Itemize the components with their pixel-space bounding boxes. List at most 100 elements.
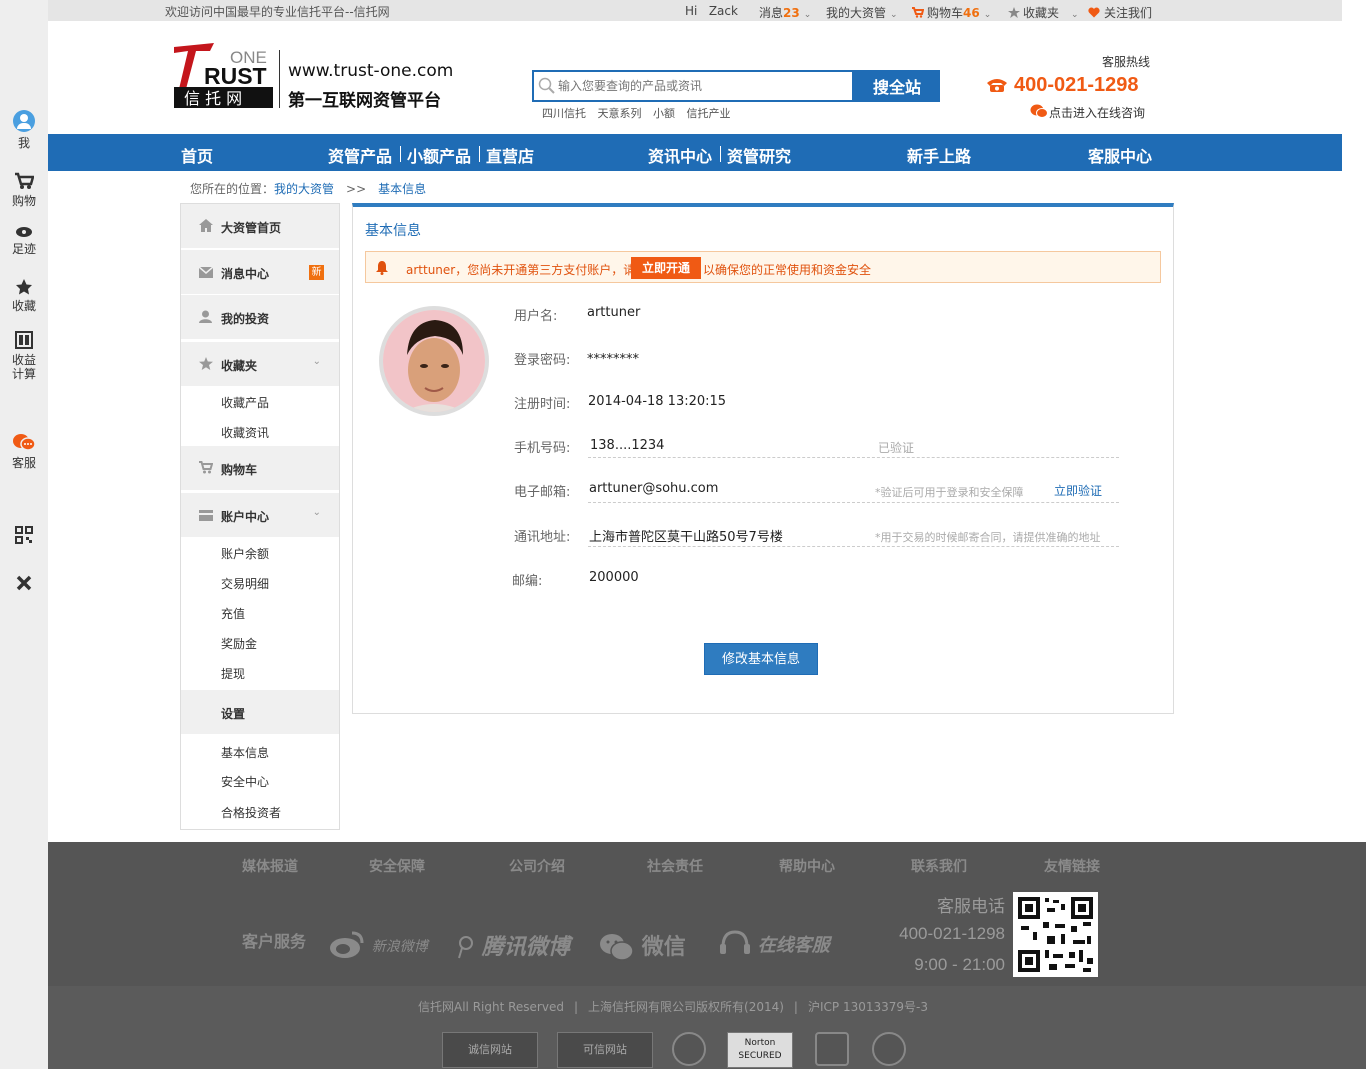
left-floating-toolbar: 我 购物 足迹 收藏 收益计算 客服 bbox=[0, 0, 48, 1069]
breadcrumb-prefix: 您所在的位置： bbox=[190, 182, 275, 196]
sidebar-subitem-recharge[interactable]: 充值 bbox=[181, 597, 339, 627]
left-bar-qrcode[interactable] bbox=[0, 526, 48, 548]
my-asset-link[interactable]: 我的大资管 ⌄ bbox=[826, 4, 898, 21]
email-value: arttuner@sohu.com bbox=[589, 481, 719, 496]
address-hint: *用于交易的时候邮寄合同，请提供准确的地址 bbox=[875, 531, 1101, 544]
online-service-label: 在线客服 bbox=[757, 935, 830, 956]
address-label: 通讯地址: bbox=[514, 530, 571, 545]
footer-link-about[interactable]: 公司介绍 bbox=[509, 856, 565, 876]
hot-word[interactable]: 四川信托 bbox=[542, 107, 586, 120]
sidebar-item-cart[interactable]: 购物车 bbox=[181, 446, 339, 490]
sina-weibo-link[interactable]: 新浪微博 bbox=[328, 929, 428, 959]
footer-link-security[interactable]: 安全保障 bbox=[369, 856, 425, 876]
cart-icon bbox=[15, 172, 34, 189]
messages-link[interactable]: 消息23 ⌄ bbox=[759, 4, 811, 21]
cart-link[interactable]: 购物车46 ⌄ bbox=[912, 4, 991, 21]
left-bar-calculator[interactable]: 收益计算 bbox=[0, 331, 48, 381]
logo-rust-text: RUST bbox=[204, 63, 267, 89]
hot-word[interactable]: 小额 bbox=[653, 107, 675, 120]
nav-products[interactable]: 资管产品 bbox=[328, 143, 392, 167]
bell-icon bbox=[376, 261, 388, 275]
user-icon bbox=[13, 110, 35, 132]
search-box bbox=[532, 70, 854, 102]
logo-divider bbox=[279, 50, 280, 108]
footer-link-friends[interactable]: 友情链接 bbox=[1044, 856, 1100, 876]
sidebar-subitem-basic-info[interactable]: 基本信息 bbox=[181, 736, 339, 766]
sidebar-item-settings[interactable]: 设置 bbox=[181, 690, 339, 734]
trust-one-seal-icon[interactable] bbox=[672, 1032, 706, 1066]
sidebar-item-favorites[interactable]: 收藏夹 ⌄ bbox=[181, 342, 339, 386]
nav-store[interactable]: 直营店 bbox=[486, 143, 534, 167]
sidebar-subitem-transactions[interactable]: 交易明细 bbox=[181, 567, 339, 597]
wechat-label: 微信 bbox=[641, 935, 686, 960]
footer-link-media[interactable]: 媒体报道 bbox=[242, 856, 298, 876]
avatar[interactable] bbox=[379, 306, 489, 416]
breadcrumb-parent[interactable]: 我的大资管 bbox=[274, 182, 334, 196]
sidebar-item-account[interactable]: 账户中心 ⌄ bbox=[181, 493, 339, 537]
nav-news[interactable]: 资讯中心 bbox=[648, 143, 712, 167]
trusted-site-badge[interactable]: 可信网站 bbox=[557, 1032, 653, 1068]
online-service-link[interactable]: 在线客服 bbox=[718, 929, 830, 959]
hot-word[interactable]: 信托产业 bbox=[687, 107, 731, 120]
chevron-down-icon: ⌄ bbox=[1071, 10, 1079, 20]
left-bar-service[interactable]: 客服 bbox=[0, 432, 48, 470]
online-consult-link[interactable]: 点击进入在线咨询 bbox=[1049, 104, 1145, 121]
nav-small-products[interactable]: 小额产品 bbox=[407, 143, 471, 167]
footer-link-csr[interactable]: 社会责任 bbox=[647, 856, 703, 876]
left-bar-footprint[interactable]: 足迹 bbox=[0, 226, 48, 256]
nav-research[interactable]: 资管研究 bbox=[727, 143, 791, 167]
left-bar-close[interactable] bbox=[0, 574, 48, 596]
site-url: www.trust-one.com bbox=[288, 61, 454, 81]
sidebar-item-label: 提现 bbox=[221, 667, 246, 681]
alert-text-suffix: 以确保您的正常使用和资金安全 bbox=[703, 263, 872, 277]
nav-home[interactable]: 首页 bbox=[181, 143, 213, 167]
close-icon bbox=[16, 575, 32, 591]
sidebar-subitem-fav-products[interactable]: 收藏产品 bbox=[181, 386, 339, 416]
password-label: 登录密码: bbox=[514, 353, 571, 368]
norton-secured-badge[interactable]: Norton SECURED bbox=[727, 1032, 793, 1068]
sidebar-item-messages[interactable]: 消息中心 新 bbox=[181, 250, 339, 294]
sidebar-item-label: 交易明细 bbox=[221, 577, 270, 591]
nav-service[interactable]: 客服中心 bbox=[1088, 143, 1152, 167]
edit-basic-info-button[interactable]: 修改基本信息 bbox=[704, 643, 818, 675]
footer-link-help[interactable]: 帮助中心 bbox=[779, 856, 835, 876]
nav-divider bbox=[400, 146, 401, 162]
site-logo[interactable]: ONE RUST 信 托 网 bbox=[174, 43, 274, 109]
hot-word[interactable]: 天意系列 bbox=[598, 107, 642, 120]
gov-seal-icon[interactable] bbox=[872, 1032, 906, 1066]
wechat-link[interactable]: 微信 bbox=[598, 929, 686, 962]
sidebar-item-investments[interactable]: 我的投资 bbox=[181, 295, 339, 339]
sidebar-item-label: 收藏夹 bbox=[221, 359, 258, 373]
messages-count: 23 bbox=[783, 6, 800, 20]
open-account-button[interactable]: 立即开通 bbox=[631, 257, 701, 279]
favorites-link[interactable]: 收藏夹 ⌄ bbox=[1008, 4, 1079, 21]
site-slogan: 第一互联网资管平台 bbox=[288, 91, 441, 111]
sidebar-item-home[interactable]: 大资管首页 bbox=[181, 204, 339, 248]
sidebar-item-label: 奖励金 bbox=[221, 637, 258, 651]
sina-weibo-label: 新浪微博 bbox=[371, 939, 428, 955]
sidebar-subitem-withdraw[interactable]: 提现 bbox=[181, 657, 339, 687]
sidebar-subitem-bonus[interactable]: 奖励金 bbox=[181, 627, 339, 657]
left-bar-me[interactable]: 我 bbox=[0, 110, 48, 150]
chevron-down-icon: ⌄ bbox=[312, 356, 321, 367]
police-badge-icon[interactable] bbox=[815, 1032, 849, 1066]
sidebar-subitem-balance[interactable]: 账户余额 bbox=[181, 537, 339, 567]
follow-link[interactable]: 关注我们 bbox=[1088, 4, 1152, 21]
weibo-icon bbox=[330, 931, 364, 958]
icp-text[interactable]: 沪ICP 13013379号-3 bbox=[808, 1000, 928, 1014]
chat-bubble-icon bbox=[1030, 104, 1048, 118]
tencent-weibo-link[interactable]: 腾讯微博 bbox=[456, 929, 570, 961]
nav-newbie[interactable]: 新手上路 bbox=[907, 143, 971, 167]
search-input[interactable] bbox=[558, 76, 848, 96]
left-bar-shopping[interactable]: 购物 bbox=[0, 172, 48, 208]
logo-cn-text: 信 托 网 bbox=[184, 89, 242, 108]
username[interactable]: Zack bbox=[709, 4, 738, 18]
credit-site-badge[interactable]: 诚信网站 bbox=[442, 1032, 538, 1068]
search-button[interactable]: 搜全站 bbox=[854, 70, 940, 102]
sidebar-subitem-fav-news[interactable]: 收藏资讯 bbox=[181, 416, 339, 446]
sidebar-subitem-security[interactable]: 安全中心 bbox=[181, 765, 339, 795]
left-bar-favorites[interactable]: 收藏 bbox=[0, 278, 48, 313]
sidebar-subitem-qualified[interactable]: 合格投资者 bbox=[181, 796, 339, 826]
footer-link-contact[interactable]: 联系我们 bbox=[911, 856, 967, 876]
verify-email-link[interactable]: 立即验证 bbox=[1054, 482, 1102, 499]
